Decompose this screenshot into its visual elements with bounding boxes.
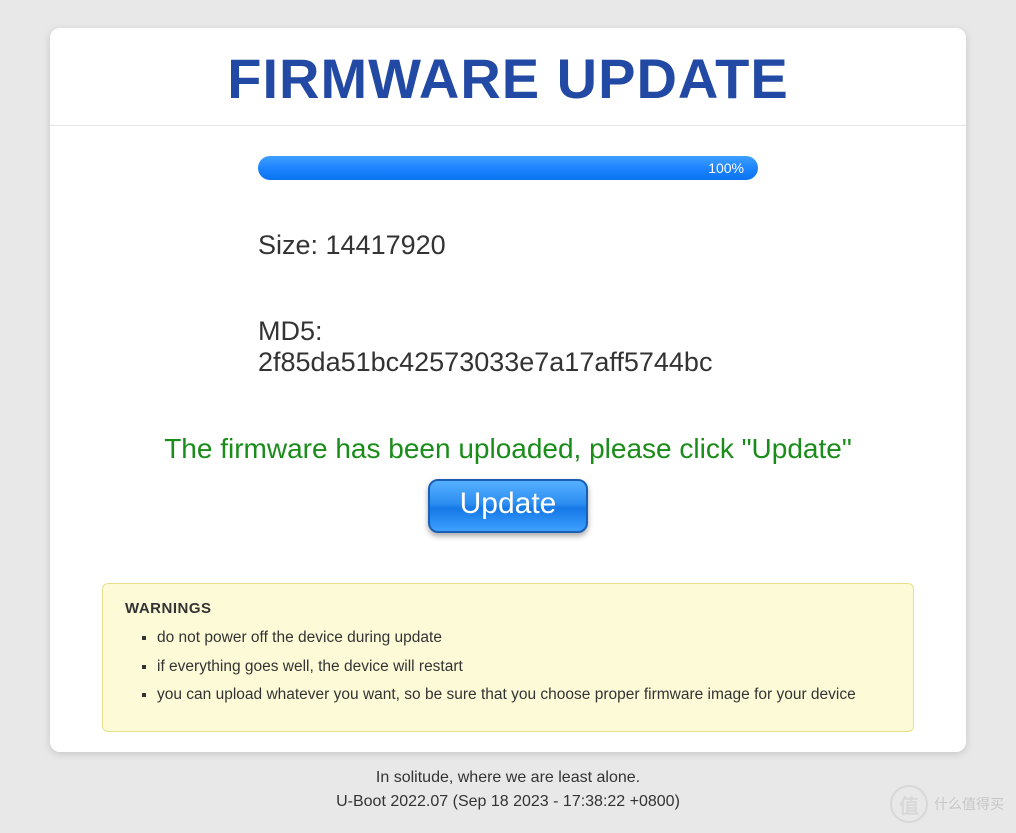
upload-progress-bar: 100% [258, 156, 758, 180]
watermark-text: 什么值得买 [934, 794, 1004, 814]
firmware-md5: MD5: 2f85da51bc42573033e7a17aff5744bc [258, 316, 758, 378]
page-footer: In solitude, where we are least alone. U… [0, 766, 1016, 814]
watermark: 值 什么值得买 [890, 785, 1004, 823]
firmware-size: Size: 14417920 [258, 230, 758, 261]
firmware-update-card: FIRMWARE UPDATE 100% Size: 14417920 MD5:… [50, 28, 966, 752]
footer-version: U-Boot 2022.07 (Sep 18 2023 - 17:38:22 +… [0, 790, 1016, 814]
upload-progress-fill: 100% [258, 156, 758, 180]
upload-progress-percent: 100% [708, 160, 744, 176]
footer-quote: In solitude, where we are least alone. [0, 766, 1016, 790]
upload-success-message: The firmware has been uploaded, please c… [90, 433, 926, 465]
warning-item: if everything goes well, the device will… [157, 656, 891, 678]
card-header: FIRMWARE UPDATE [50, 28, 966, 126]
warnings-heading: WARNINGS [125, 600, 891, 617]
warning-item: you can upload whatever you want, so be … [157, 684, 891, 706]
update-button[interactable]: Update [428, 479, 589, 533]
warnings-panel: WARNINGS do not power off the device dur… [102, 583, 914, 732]
warnings-list: do not power off the device during updat… [125, 627, 891, 706]
page-title: FIRMWARE UPDATE [50, 46, 966, 111]
watermark-icon: 值 [890, 785, 928, 823]
warning-item: do not power off the device during updat… [157, 627, 891, 649]
card-body: 100% Size: 14417920 MD5: 2f85da51bc42573… [50, 126, 966, 732]
